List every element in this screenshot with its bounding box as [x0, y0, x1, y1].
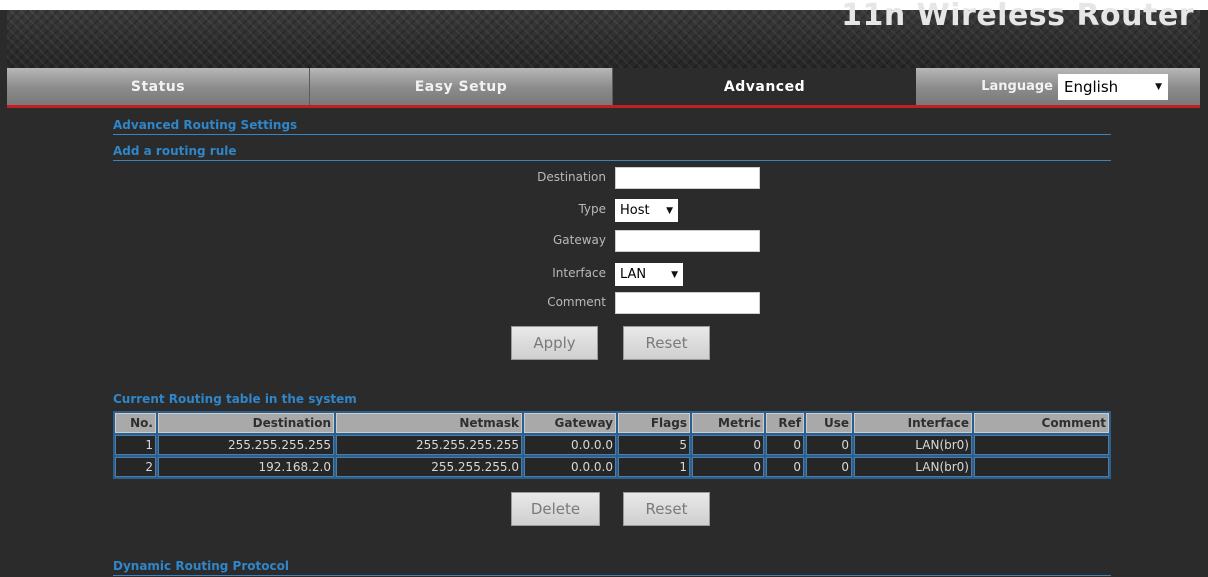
destination-label: Destination [537, 170, 606, 184]
section-title-advanced-routing: Advanced Routing Settings [113, 118, 1111, 135]
table-reset-button[interactable]: Reset [623, 492, 710, 526]
section-title-add-rule: Add a routing rule [113, 144, 1111, 161]
form-row-interface: Interface LAN ▼ [438, 263, 838, 287]
cell-use: 0 [806, 435, 852, 455]
interface-label: Interface [552, 266, 606, 280]
col-header-metric: Metric [692, 413, 764, 433]
cell-metric: 0 [692, 457, 764, 477]
tab-advanced[interactable]: Advanced [613, 68, 916, 105]
cell-netmask: 255.255.255.255 [336, 435, 522, 455]
cell-destination: 255.255.255.255 [158, 435, 334, 455]
cell-flags: 1 [618, 457, 690, 477]
table-header-row: No. Destination Netmask Gateway Flags Me… [115, 413, 1109, 433]
table-row[interactable]: 2 192.168.2.0 255.255.255.0 0.0.0.0 1 0 … [115, 457, 1109, 477]
cell-no: 1 [115, 435, 156, 455]
col-header-no: No. [115, 413, 156, 433]
col-header-gateway: Gateway [524, 413, 616, 433]
language-value: English [1064, 77, 1119, 96]
brand-title: 11n Wireless Router [841, 0, 1194, 33]
cell-interface: LAN(br0) [854, 435, 972, 455]
col-header-flags: Flags [618, 413, 690, 433]
tab-status[interactable]: Status [7, 68, 310, 105]
form-reset-button[interactable]: Reset [623, 326, 710, 360]
chevron-down-icon: ▼ [666, 205, 673, 216]
form-row-gateway: Gateway [438, 230, 838, 254]
tab-easy-setup[interactable]: Easy Setup [310, 68, 613, 105]
interface-select[interactable]: LAN ▼ [615, 263, 683, 286]
comment-input[interactable] [615, 292, 760, 314]
form-row-destination: Destination [438, 167, 838, 191]
main-nav: Status Easy Setup Advanced Language Engl… [7, 68, 1200, 108]
cell-metric: 0 [692, 435, 764, 455]
col-header-comment: Comment [974, 413, 1109, 433]
form-row-type: Type Host ▼ [438, 199, 838, 223]
cell-ref: 0 [766, 457, 804, 477]
language-select[interactable]: English ▼ [1058, 73, 1168, 100]
cell-gateway: 0.0.0.0 [524, 457, 616, 477]
cell-interface: LAN(br0) [854, 457, 972, 477]
col-header-destination: Destination [158, 413, 334, 433]
language-label: Language [981, 79, 1053, 94]
col-header-interface: Interface [854, 413, 972, 433]
cell-ref: 0 [766, 435, 804, 455]
type-select[interactable]: Host ▼ [615, 199, 678, 222]
cell-netmask: 255.255.255.0 [336, 457, 522, 477]
language-area: Language English ▼ [916, 68, 1200, 105]
header-banner: 11n Wireless Router [7, 0, 1200, 68]
section-title-dynamic-routing: Dynamic Routing Protocol [113, 559, 1111, 576]
table-row[interactable]: 1 255.255.255.255 255.255.255.255 0.0.0.… [115, 435, 1109, 455]
cell-destination: 192.168.2.0 [158, 457, 334, 477]
apply-button[interactable]: Apply [511, 326, 598, 360]
cell-comment [974, 435, 1109, 455]
comment-label: Comment [547, 295, 606, 309]
gateway-input[interactable] [615, 230, 760, 252]
col-header-use: Use [806, 413, 852, 433]
cell-no: 2 [115, 457, 156, 477]
cell-comment [974, 457, 1109, 477]
routing-table: No. Destination Netmask Gateway Flags Me… [113, 411, 1111, 479]
gateway-label: Gateway [552, 233, 606, 247]
chevron-down-icon: ▼ [671, 269, 678, 280]
col-header-ref: Ref [766, 413, 804, 433]
cell-flags: 5 [618, 435, 690, 455]
col-header-netmask: Netmask [336, 413, 522, 433]
section-title-current-table: Current Routing table in the system [113, 392, 357, 406]
delete-button[interactable]: Delete [511, 492, 600, 526]
type-value: Host [620, 203, 650, 218]
type-label: Type [578, 202, 606, 216]
cell-gateway: 0.0.0.0 [524, 435, 616, 455]
chevron-down-icon: ▼ [1155, 81, 1162, 92]
cell-use: 0 [806, 457, 852, 477]
form-row-comment: Comment [438, 292, 838, 316]
interface-value: LAN [620, 267, 647, 282]
destination-input[interactable] [615, 167, 760, 189]
